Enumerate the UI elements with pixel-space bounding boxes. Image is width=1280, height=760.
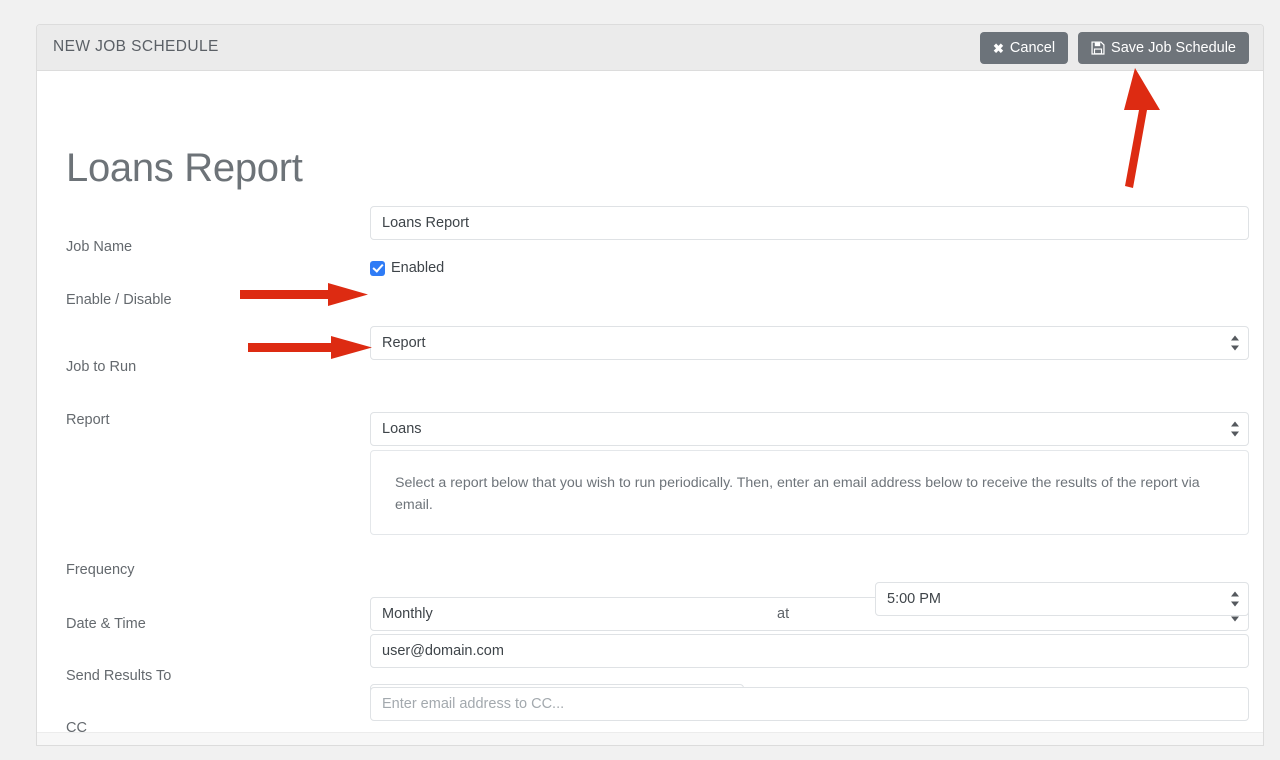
job-name-label: Job Name (66, 239, 132, 255)
save-job-schedule-button[interactable]: Save Job Schedule (1078, 32, 1249, 64)
new-job-schedule-card: NEW JOB SCHEDULE ✖ Cancel Save Job Sched… (36, 24, 1264, 746)
enabled-checkbox-label: Enabled (391, 260, 444, 276)
close-x-icon: ✖ (993, 42, 1004, 55)
floppy-disk-save-icon (1091, 41, 1105, 55)
time-select-value: 5:00 PM (875, 582, 1249, 616)
report-select[interactable]: Loans (370, 412, 1249, 446)
enabled-checkbox-row[interactable]: Enabled (370, 260, 444, 276)
job-to-run-select-value: Report (370, 326, 1249, 360)
report-label: Report (66, 412, 110, 428)
send-results-to-input[interactable] (370, 634, 1249, 668)
card-body: Loans Report Job Name Enable / Disable E… (37, 71, 1263, 746)
screen: NEW JOB SCHEDULE ✖ Cancel Save Job Sched… (0, 0, 1280, 760)
at-label: at (777, 606, 789, 622)
report-help-box: Select a report below that you wish to r… (370, 450, 1249, 535)
time-select[interactable]: 5:00 PM (875, 582, 1249, 616)
report-help-text: Select a report below that you wish to r… (395, 473, 1224, 516)
job-to-run-select[interactable]: Report (370, 326, 1249, 360)
report-select-value: Loans (370, 412, 1249, 446)
save-button-label: Save Job Schedule (1111, 40, 1236, 56)
job-to-run-label: Job to Run (66, 359, 136, 375)
send-results-to-label: Send Results To (66, 668, 171, 684)
date-time-label: Date & Time (66, 616, 146, 632)
card-header: NEW JOB SCHEDULE ✖ Cancel Save Job Sched… (37, 25, 1263, 71)
job-name-input[interactable] (370, 206, 1249, 240)
header-actions: ✖ Cancel Save Job Schedule (980, 32, 1249, 64)
card-footer (37, 732, 1263, 746)
cc-input[interactable] (370, 687, 1249, 721)
cancel-button[interactable]: ✖ Cancel (980, 32, 1068, 64)
cancel-button-label: Cancel (1010, 40, 1055, 56)
enabled-checkbox[interactable] (370, 261, 385, 276)
frequency-label: Frequency (66, 562, 135, 578)
page-title: Loans Report (66, 148, 303, 188)
card-header-title: NEW JOB SCHEDULE (53, 38, 219, 56)
enable-disable-label: Enable / Disable (66, 292, 172, 308)
